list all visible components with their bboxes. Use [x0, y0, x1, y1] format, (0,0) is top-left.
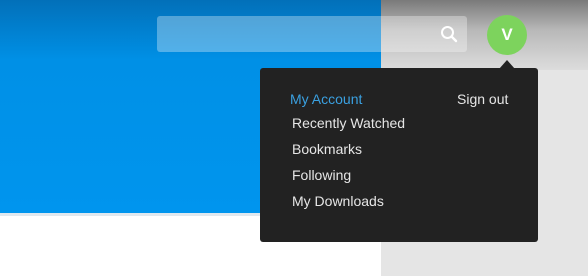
- avatar-initial: V: [501, 25, 513, 44]
- menu-item-my-downloads[interactable]: My Downloads: [292, 193, 384, 209]
- menu-item-following[interactable]: Following: [292, 167, 351, 183]
- search-input[interactable]: [157, 16, 427, 52]
- user-avatar[interactable]: V: [487, 15, 527, 55]
- account-menu: My Account Sign out Recently Watched Boo…: [260, 68, 538, 242]
- search-box: [157, 16, 467, 52]
- search-icon: [441, 26, 458, 43]
- page: V My Account Sign out Recently Watched B…: [0, 0, 588, 276]
- menu-item-my-account[interactable]: My Account: [290, 91, 362, 107]
- menu-item-bookmarks[interactable]: Bookmarks: [292, 141, 362, 157]
- menu-item-recently-watched[interactable]: Recently Watched: [292, 115, 405, 131]
- sign-out-link[interactable]: Sign out: [457, 91, 508, 107]
- search-button[interactable]: [435, 20, 463, 48]
